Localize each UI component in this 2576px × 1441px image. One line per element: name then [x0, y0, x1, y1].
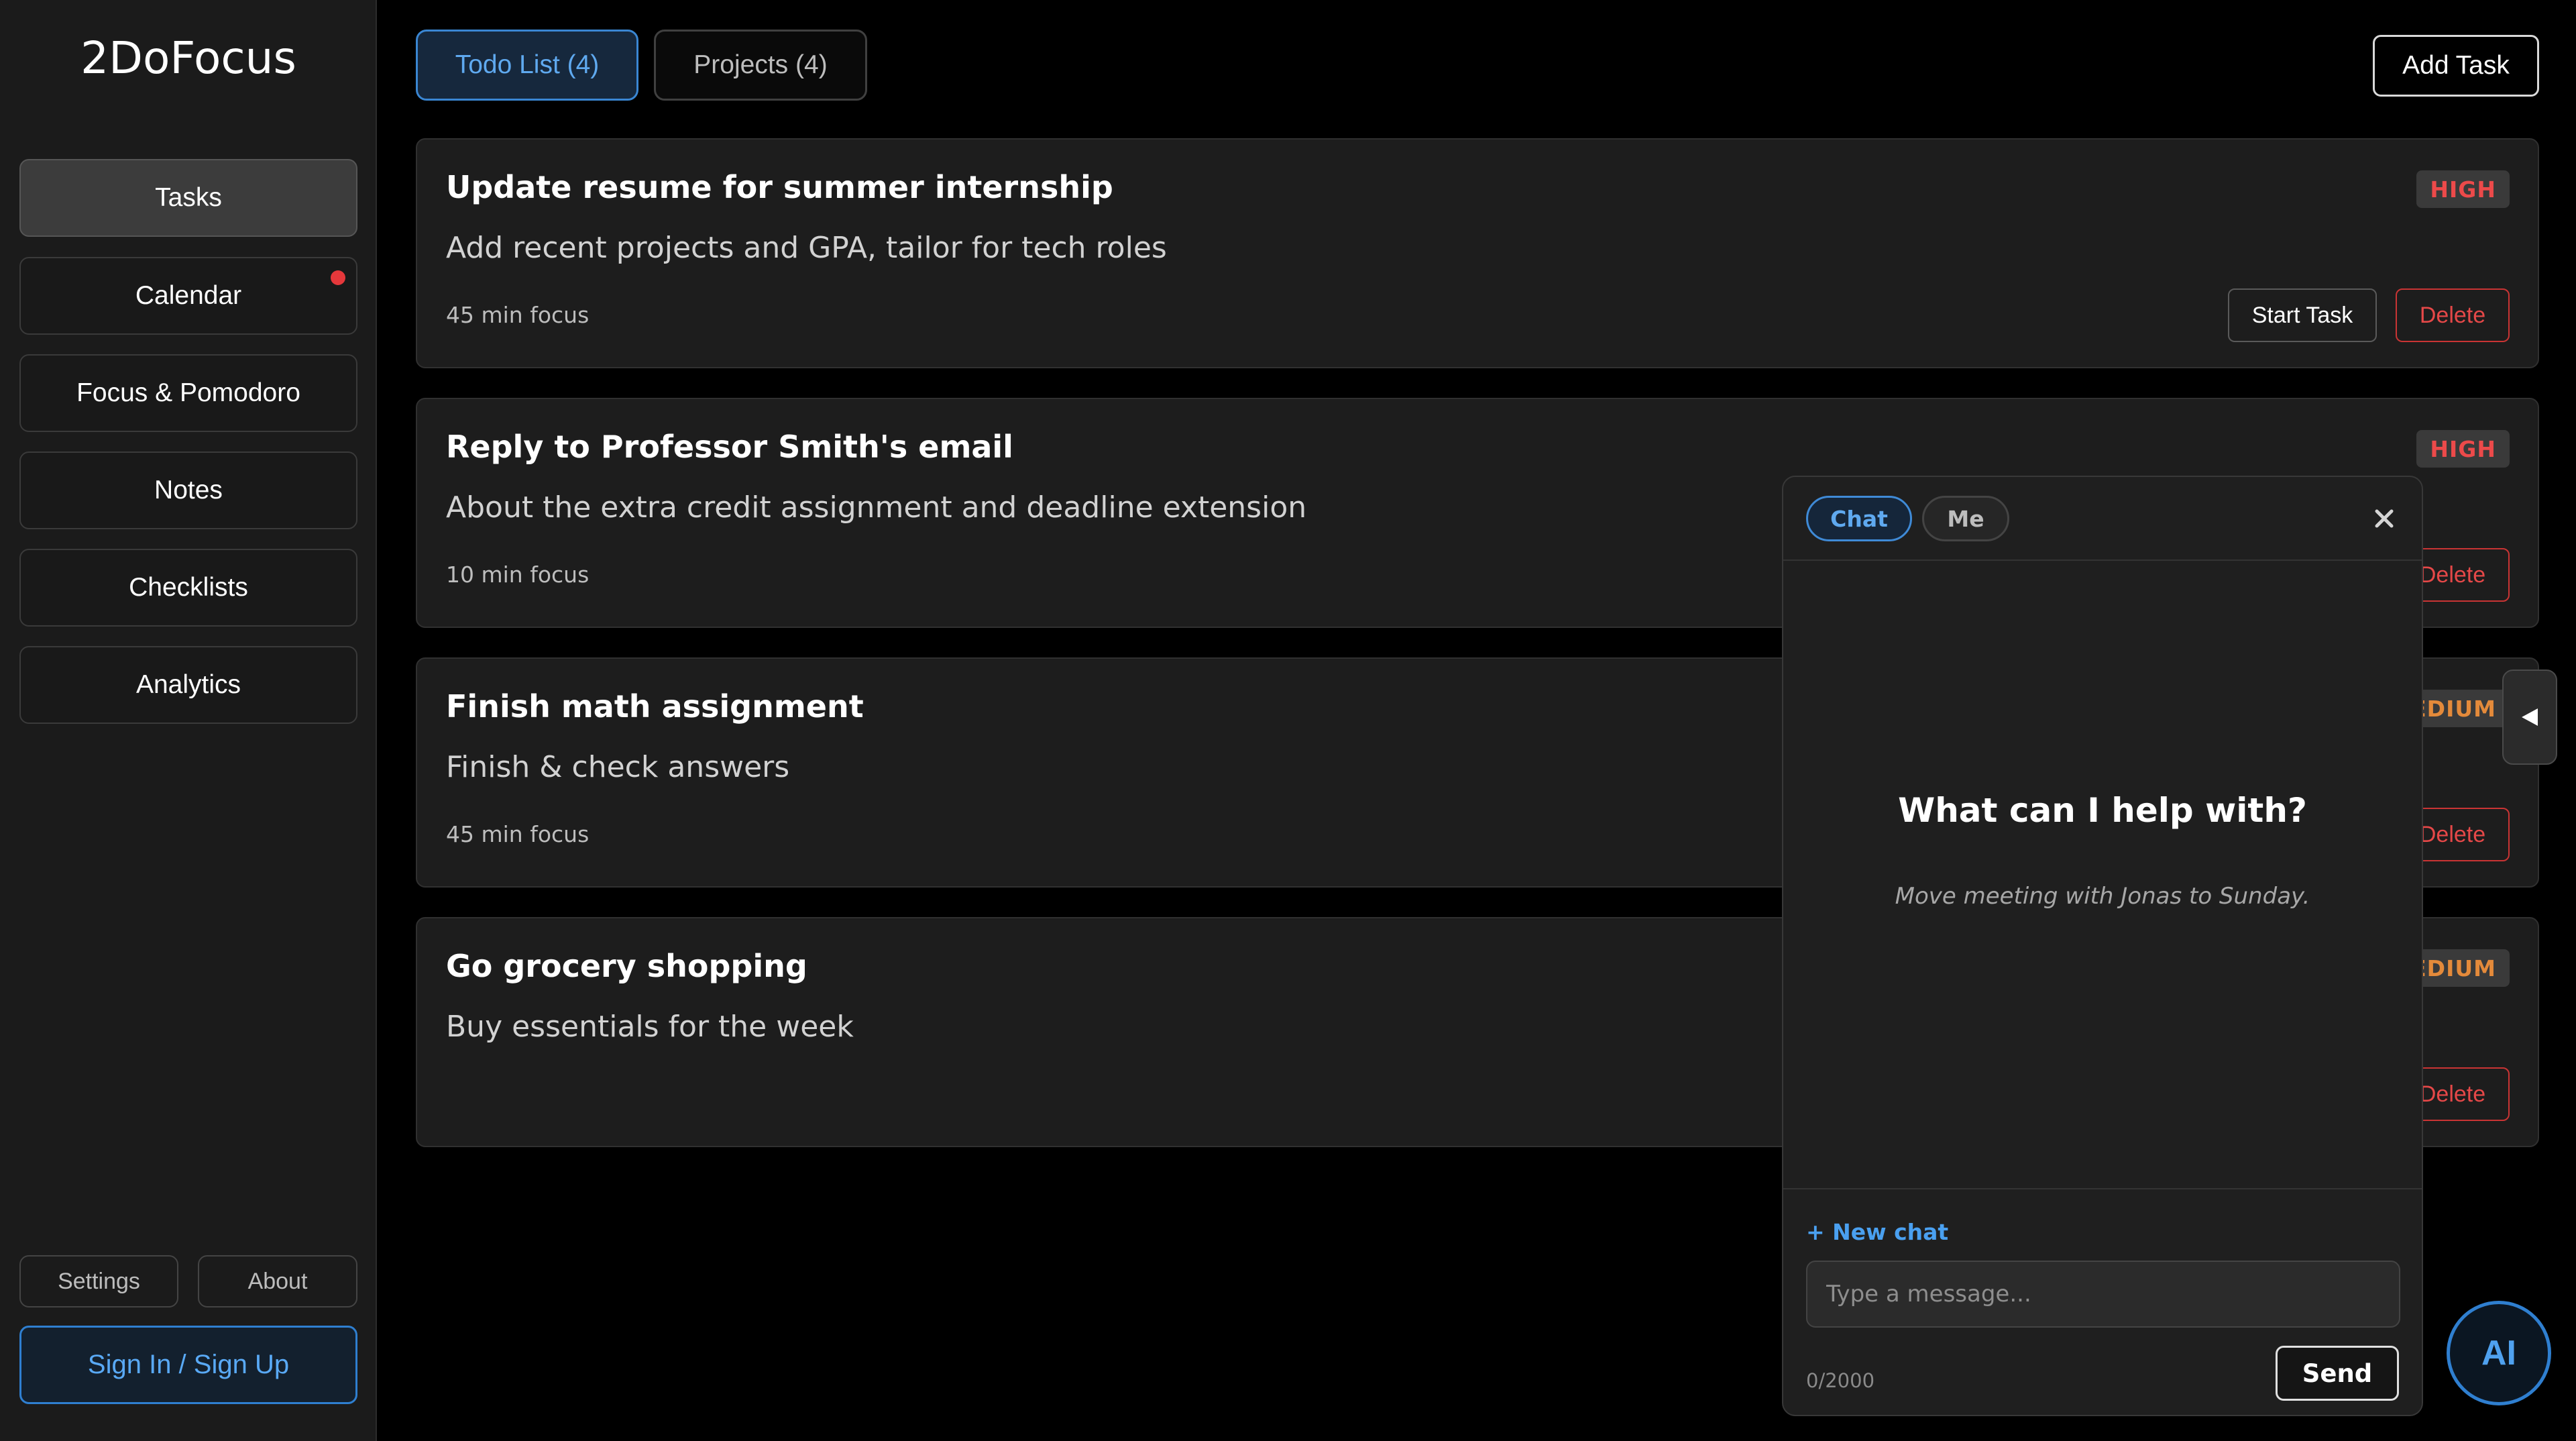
- task-card: Update resume for summer internship Add …: [416, 138, 2539, 368]
- nav-checklists[interactable]: Checklists: [19, 549, 357, 627]
- tab-todo-list[interactable]: Todo List (4): [416, 30, 638, 101]
- nav-label: Focus & Pomodoro: [76, 378, 300, 407]
- close-icon[interactable]: [2368, 502, 2400, 535]
- task-focus-time: 10 min focus: [446, 562, 590, 588]
- signin-button[interactable]: Sign In / Sign Up: [19, 1326, 357, 1404]
- nav-tasks[interactable]: Tasks: [19, 159, 357, 237]
- task-description: Add recent projects and GPA, tailor for …: [446, 231, 1167, 265]
- nav-label: Tasks: [155, 183, 222, 212]
- chat-panel: Chat Me What can I help with? Move meeti…: [1782, 476, 2423, 1416]
- task-description: Finish & check answers: [446, 750, 790, 784]
- priority-badge: HIGH: [2416, 430, 2510, 468]
- nav-label: Checklists: [129, 573, 248, 602]
- nav-analytics[interactable]: Analytics: [19, 646, 357, 724]
- tab-projects[interactable]: Projects (4): [654, 30, 867, 101]
- nav-label: Calendar: [135, 281, 242, 310]
- task-description: Buy essentials for the week: [446, 1010, 854, 1044]
- chat-tab-me[interactable]: Me: [1922, 496, 2009, 541]
- delete-task-button[interactable]: Delete: [2396, 288, 2510, 342]
- new-chat-link[interactable]: + New chat: [1806, 1219, 1948, 1245]
- task-focus-time: 45 min focus: [446, 302, 590, 328]
- chat-suggestion[interactable]: Move meeting with Jonas to Sunday.: [1783, 883, 2422, 910]
- task-title: Finish math assignment: [446, 688, 864, 725]
- sidebar: 2DoFocus Tasks Calendar Focus & Pomodoro…: [0, 0, 377, 1441]
- panel-toggle-handle[interactable]: [2502, 670, 2557, 765]
- task-description: About the extra credit assignment and de…: [446, 490, 1307, 525]
- char-counter: 0/2000: [1806, 1369, 1875, 1392]
- chevron-left-icon: [2522, 708, 2538, 726]
- task-title: Go grocery shopping: [446, 948, 807, 984]
- ai-assistant-button[interactable]: AI: [2447, 1301, 2551, 1405]
- settings-button[interactable]: Settings: [19, 1255, 178, 1307]
- add-task-button[interactable]: Add Task: [2373, 35, 2539, 97]
- notification-dot: [331, 270, 345, 285]
- nav-label: Notes: [154, 476, 223, 504]
- nav-calendar[interactable]: Calendar: [19, 257, 357, 335]
- send-button[interactable]: Send: [2276, 1346, 2399, 1401]
- chat-header: Chat Me: [1783, 477, 2422, 561]
- task-title: Reply to Professor Smith's email: [446, 429, 1013, 465]
- priority-badge: HIGH: [2416, 170, 2510, 208]
- task-focus-time: 45 min focus: [446, 821, 590, 847]
- nav-notes[interactable]: Notes: [19, 451, 357, 529]
- nav-label: Analytics: [135, 670, 241, 699]
- message-input[interactable]: [1806, 1261, 2400, 1328]
- about-button[interactable]: About: [198, 1255, 357, 1307]
- chat-heading: What can I help with?: [1898, 791, 2307, 830]
- chat-tab-chat[interactable]: Chat: [1806, 496, 1912, 541]
- start-task-button[interactable]: Start Task: [2228, 288, 2377, 342]
- nav-focus-pomodoro[interactable]: Focus & Pomodoro: [19, 354, 357, 432]
- chat-footer: + New chat 0/2000 Send: [1783, 1188, 2422, 1415]
- task-title: Update resume for summer internship: [446, 169, 1113, 205]
- app-title: 2DoFocus: [80, 32, 296, 84]
